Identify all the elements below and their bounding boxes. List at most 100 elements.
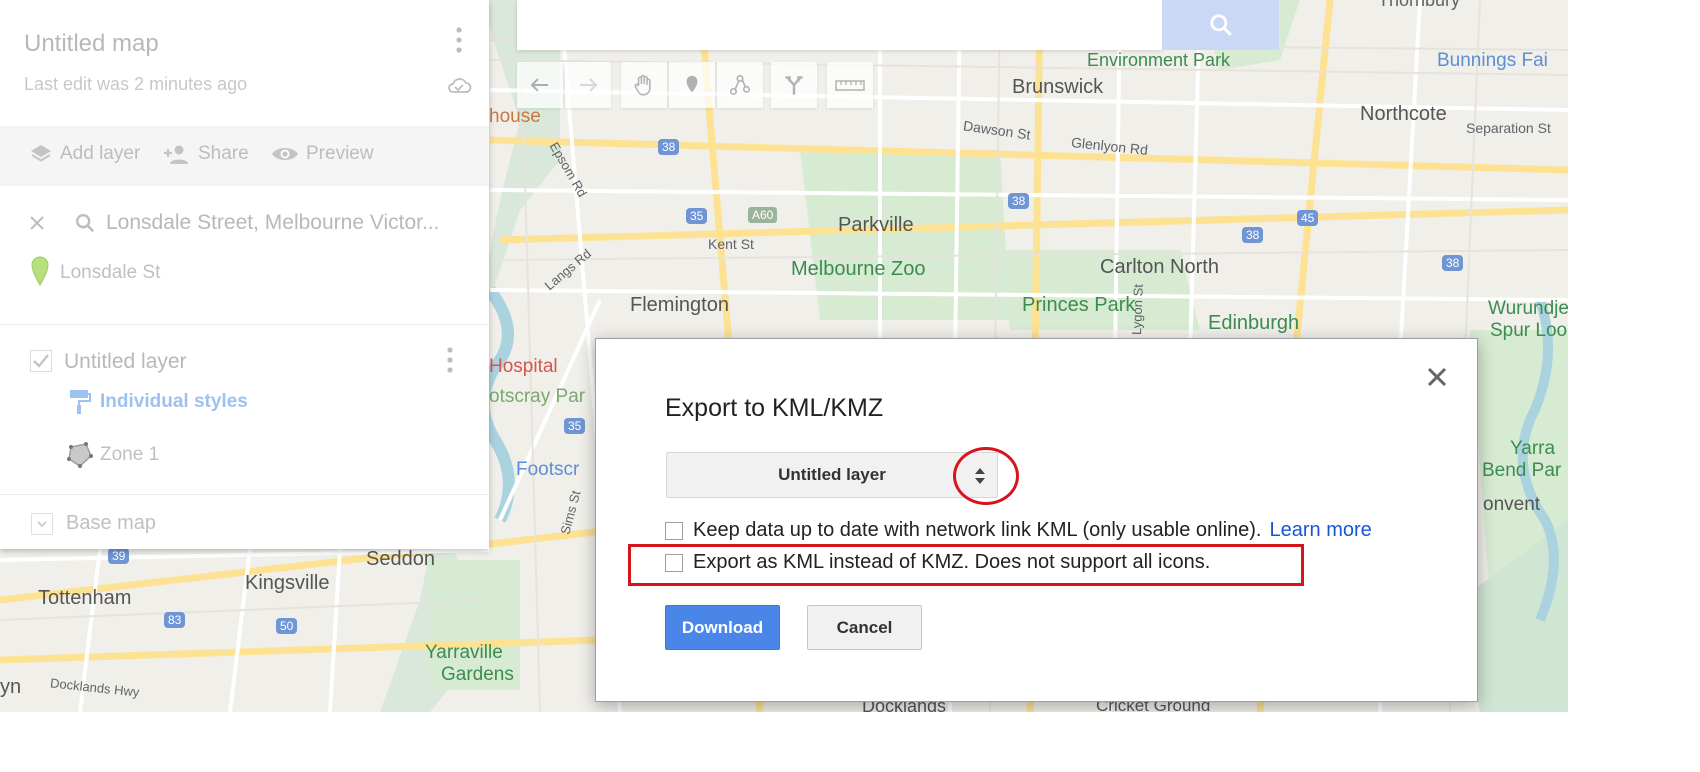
route-shield: 83 bbox=[164, 612, 186, 628]
divider bbox=[0, 324, 489, 325]
add-layer-label: Add layer bbox=[60, 143, 141, 164]
route-shield: 39 bbox=[108, 548, 130, 564]
map-label: Bunnings Fai bbox=[1437, 50, 1548, 71]
route-shield: 35 bbox=[564, 418, 586, 434]
base-map-toggle-icon[interactable] bbox=[31, 513, 53, 535]
map-label: Separation St bbox=[1466, 120, 1551, 136]
hand-icon bbox=[634, 74, 651, 96]
map-label: Northcote bbox=[1360, 103, 1447, 125]
preview-button[interactable]: Preview bbox=[270, 142, 374, 166]
map-label: Wurundjeri bbox=[1488, 298, 1568, 319]
export-kml-option: Export as KML instead of KMZ. Does not s… bbox=[665, 551, 1210, 574]
route-shield: 38 bbox=[1242, 227, 1264, 243]
pan-tool-button[interactable] bbox=[621, 62, 667, 108]
check-icon bbox=[33, 354, 49, 368]
map-label: Brunswick bbox=[1012, 76, 1104, 98]
map-layers-panel: Untitled map Last edit was 2 minutes ago… bbox=[0, 0, 489, 549]
map-title[interactable]: Untitled map bbox=[24, 30, 159, 58]
close-icon bbox=[1427, 367, 1447, 387]
map-label: Tottenham bbox=[38, 587, 132, 609]
map-label: Yarraville bbox=[425, 642, 503, 663]
map-label: Thornbury bbox=[1378, 0, 1461, 10]
search-query-text[interactable]: Lonsdale Street, Melbourne Victor... bbox=[106, 211, 476, 235]
eye-icon bbox=[272, 148, 298, 160]
map-label: yn bbox=[0, 676, 22, 698]
cloud-saved-icon bbox=[446, 75, 472, 100]
measure-button[interactable] bbox=[827, 62, 873, 108]
layer-name[interactable]: Untitled layer bbox=[64, 350, 187, 374]
map-label: Footscr bbox=[516, 459, 580, 480]
route-shield: A60 bbox=[748, 207, 778, 223]
map-label: Hospital bbox=[489, 356, 558, 377]
close-button[interactable] bbox=[1423, 363, 1451, 391]
add-person-icon bbox=[164, 145, 188, 164]
undo-icon bbox=[530, 78, 548, 92]
export-kml-label: Export as KML instead of KMZ. Does not s… bbox=[693, 551, 1211, 573]
route-shield: 45 bbox=[1297, 210, 1319, 226]
map-label: Edinburgh bbox=[1208, 312, 1300, 334]
undo-button[interactable] bbox=[517, 62, 563, 108]
preview-label: Preview bbox=[306, 143, 374, 164]
layer-visibility-checkbox[interactable] bbox=[30, 350, 52, 372]
share-label: Share bbox=[198, 143, 249, 164]
sort-arrows-icon bbox=[975, 468, 985, 484]
route-shield: 38 bbox=[1008, 193, 1030, 209]
search-icon bbox=[74, 212, 96, 239]
dialog-title: Export to KML/KMZ bbox=[665, 394, 884, 422]
layer-select-value: Untitled layer bbox=[778, 465, 886, 484]
layer-select-dropdown[interactable]: Untitled layer bbox=[666, 452, 998, 498]
map-label: Spur Lookout bbox=[1490, 320, 1568, 341]
learn-more-link[interactable]: Learn more bbox=[1269, 519, 1371, 542]
share-button[interactable]: Share bbox=[162, 142, 249, 166]
base-map-label[interactable]: Base map bbox=[66, 512, 156, 535]
more-options-icon[interactable] bbox=[452, 26, 466, 56]
clear-search-icon[interactable] bbox=[28, 214, 46, 237]
map-search-input[interactable] bbox=[517, 0, 1162, 50]
individual-styles-link[interactable]: Individual styles bbox=[100, 391, 248, 413]
cancel-button[interactable]: Cancel bbox=[807, 605, 922, 650]
map-label: Lygon St bbox=[1129, 283, 1146, 336]
directions-icon bbox=[785, 76, 803, 95]
export-kml-dialog: Export to KML/KMZ Untitled layer Keep da… bbox=[595, 338, 1478, 702]
map-label: Seddon bbox=[366, 548, 435, 570]
map-label: otscray Par bbox=[489, 386, 586, 407]
download-button[interactable]: Download bbox=[665, 605, 780, 650]
map-label: Kingsville bbox=[245, 572, 330, 594]
screenshot-area: Thornbury Brunswick Environment Park Bun… bbox=[0, 0, 1568, 712]
map-label: Bend Par bbox=[1482, 460, 1562, 481]
divider bbox=[0, 494, 489, 495]
search-icon bbox=[1209, 14, 1232, 36]
redo-icon bbox=[580, 78, 598, 92]
route-shield: 38 bbox=[658, 139, 680, 155]
add-layer-button[interactable]: Add layer bbox=[28, 142, 140, 166]
layer-options-icon[interactable] bbox=[443, 346, 457, 376]
map-label: house bbox=[489, 106, 541, 127]
map-label: Gardens bbox=[441, 664, 514, 685]
map-label: Melbourne Zoo bbox=[791, 258, 926, 280]
network-link-option: Keep data up to date with network link K… bbox=[665, 519, 1372, 542]
map-label: Flemington bbox=[630, 294, 729, 316]
export-kml-checkbox[interactable] bbox=[665, 553, 683, 572]
feature-zone-1[interactable]: Zone 1 bbox=[100, 444, 159, 466]
marker-icon bbox=[686, 75, 698, 93]
search-button[interactable] bbox=[1162, 0, 1279, 50]
paint-roller-icon bbox=[68, 388, 92, 421]
network-link-checkbox[interactable] bbox=[665, 521, 683, 540]
add-marker-button[interactable] bbox=[669, 62, 715, 108]
redo-button[interactable] bbox=[565, 62, 611, 108]
route-shield: 35 bbox=[686, 208, 708, 224]
map-label: onvent bbox=[1483, 494, 1541, 515]
network-link-label: Keep data up to date with network link K… bbox=[693, 519, 1262, 541]
map-label: Carlton North bbox=[1100, 256, 1219, 278]
route-shield: 50 bbox=[276, 618, 298, 634]
polygon-icon bbox=[66, 441, 94, 474]
draw-line-button[interactable] bbox=[717, 62, 763, 108]
map-label: Parkville bbox=[838, 214, 914, 236]
layers-icon bbox=[31, 145, 51, 162]
panel-toolbar: Add layer Share Preview bbox=[0, 126, 489, 186]
directions-button[interactable] bbox=[771, 62, 817, 108]
search-result-place[interactable]: Lonsdale St bbox=[60, 262, 160, 284]
map-label: Yarra bbox=[1510, 438, 1556, 459]
map-pin-icon bbox=[30, 256, 50, 291]
route-shield: 38 bbox=[1442, 255, 1464, 271]
